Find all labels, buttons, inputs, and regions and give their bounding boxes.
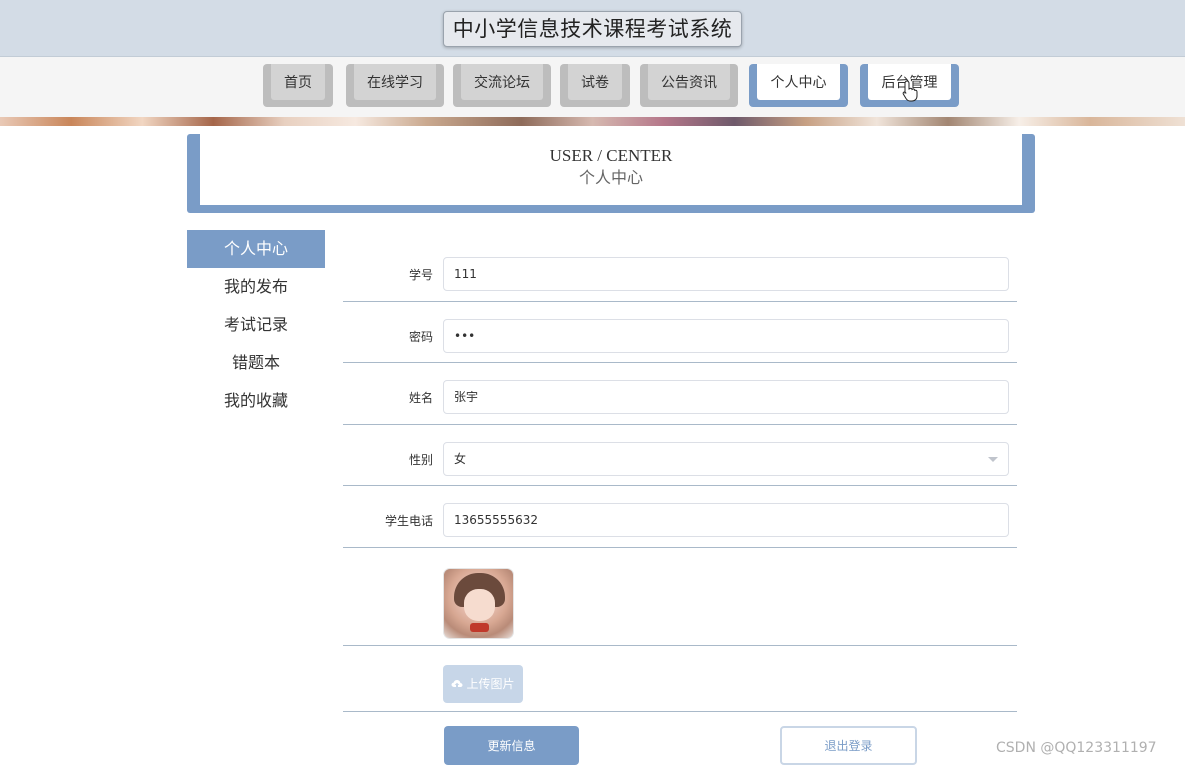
nav-item-forum[interactable]: 交流论坛 <box>453 64 551 107</box>
nav-item-user-center[interactable]: 个人中心 <box>749 64 848 107</box>
sidebar-item-exam-records[interactable]: 考试记录 <box>187 306 325 344</box>
phone-label: 学生电话 <box>384 514 433 528</box>
form-row-upload: 上传图片 <box>343 646 1017 712</box>
gender-label: 性别 <box>408 452 433 467</box>
update-info-button[interactable]: 更新信息 <box>444 726 579 765</box>
nav-item-label: 在线学习 <box>354 64 436 100</box>
nav-item-label: 首页 <box>271 64 325 100</box>
header-bar: 中小学信息技术课程考试系统 <box>0 0 1185 57</box>
decorative-photo-strip <box>0 117 1185 126</box>
upload-image-label: 上传图片 <box>466 677 515 691</box>
form-row-avatar <box>343 548 1017 646</box>
nav-item-label: 试卷 <box>568 64 622 100</box>
nav-item-exam-papers[interactable]: 试卷 <box>560 64 630 107</box>
form-row-gender: 性别 女 <box>343 425 1017 486</box>
name-label: 姓名 <box>408 391 433 405</box>
nav-item-home[interactable]: 首页 <box>263 64 333 107</box>
profile-form: 学号 111 密码 ••• 姓名 张宇 性别 女 学生电话 1365555563… <box>343 240 1017 712</box>
sidebar-item-wrong-questions[interactable]: 错题本 <box>187 344 325 382</box>
nav-item-online-learning[interactable]: 在线学习 <box>346 64 444 107</box>
watermark: CSDN @QQ123311197 <box>996 740 1157 756</box>
cloud-upload-icon <box>451 679 463 687</box>
sidebar: 个人中心 我的发布 考试记录 错题本 我的收藏 <box>187 230 325 420</box>
nav-item-label: 交流论坛 <box>461 64 543 100</box>
sidebar-item-my-posts[interactable]: 我的发布 <box>187 268 325 306</box>
nav-item-label: 公告资讯 <box>648 64 730 100</box>
sidebar-item-favorites[interactable]: 我的收藏 <box>187 382 325 420</box>
form-row-password: 密码 ••• <box>343 302 1017 363</box>
chevron-down-icon <box>988 456 998 462</box>
banner-title-cn: 个人中心 <box>578 170 643 187</box>
gender-select[interactable]: 女 <box>443 441 1009 476</box>
password-label: 密码 <box>408 329 433 344</box>
gender-select-value: 女 <box>454 451 467 466</box>
upload-image-button[interactable]: 上传图片 <box>443 664 523 703</box>
password-input[interactable]: ••• <box>443 318 1009 353</box>
nav-item-announcements[interactable]: 公告资讯 <box>640 64 738 107</box>
hand-cursor-icon <box>902 80 918 102</box>
avatar-image <box>443 567 514 639</box>
sidebar-item-user-center[interactable]: 个人中心 <box>187 230 325 268</box>
user-center-banner: USER / CENTER 个人中心 <box>187 134 1035 213</box>
form-row-name: 姓名 张宇 <box>343 363 1017 425</box>
form-row-phone: 学生电话 13655555632 <box>343 486 1017 548</box>
site-title: 中小学信息技术课程考试系统 <box>442 11 743 47</box>
main-nav: 首页 在线学习 交流论坛 试卷 公告资讯 个人中心 后台管理 <box>0 57 1185 117</box>
phone-input[interactable]: 13655555632 <box>443 503 1009 537</box>
form-row-student-id: 学号 111 <box>343 240 1017 302</box>
student-id-label: 学号 <box>408 268 433 282</box>
banner-title-en: USER / CENTER <box>549 146 673 165</box>
nav-item-label: 个人中心 <box>757 64 840 100</box>
name-input[interactable]: 张宇 <box>443 380 1009 414</box>
student-id-input[interactable]: 111 <box>443 257 1009 291</box>
logout-button[interactable]: 退出登录 <box>780 726 917 765</box>
